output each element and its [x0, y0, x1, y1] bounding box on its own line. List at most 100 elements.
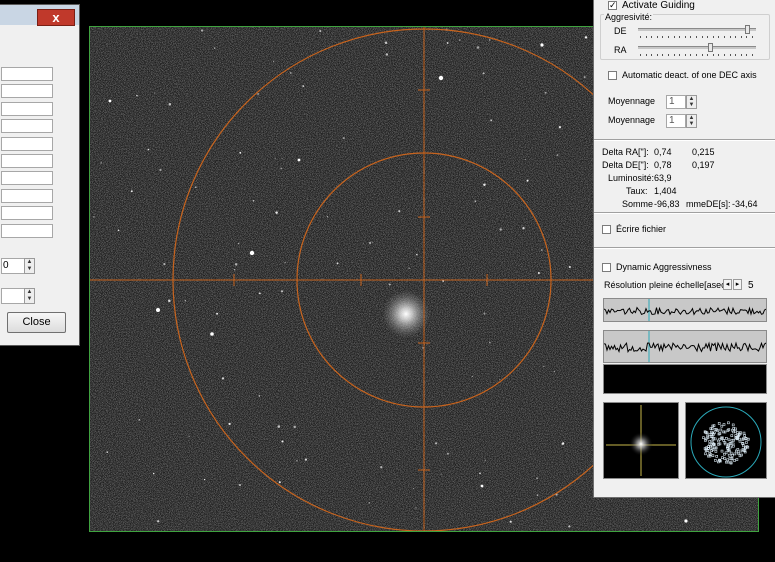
bright-star: [156, 308, 160, 312]
somme-value: -96,83: [654, 199, 680, 209]
star: [368, 502, 371, 504]
slider-tick: [696, 36, 697, 38]
star: [221, 377, 225, 380]
star: [159, 168, 162, 172]
slider-tick: [696, 54, 697, 56]
scatter-point: [719, 428, 723, 432]
thumb-star: [629, 432, 653, 456]
star: [184, 300, 187, 302]
slider-tick: [729, 36, 731, 38]
delta-de-value: 0,78: [654, 160, 672, 170]
dialog-text-field[interactable]: [1, 171, 53, 186]
aggressivity-title: Aggresivité:: [604, 12, 654, 22]
dialog-text-field[interactable]: [1, 119, 53, 134]
star: [543, 365, 545, 367]
dialog-close-icon[interactable]: x: [37, 9, 75, 26]
star: [293, 425, 296, 429]
de-slider-label: DE: [614, 26, 627, 36]
star: [380, 466, 383, 469]
star: [408, 267, 410, 269]
slider-thumb[interactable]: [708, 43, 714, 52]
ecrire-fichier-checkbox[interactable]: [602, 225, 611, 234]
moyennage-1-spin-buttons[interactable]: ▲ ▼: [686, 95, 697, 109]
scatter-point: [739, 449, 743, 453]
scatter-point: [708, 451, 712, 455]
dialog-text-field[interactable]: [1, 67, 53, 81]
resolution-increase-button[interactable]: ▸: [733, 279, 742, 290]
dialog-spin-buttons-2[interactable]: ▲ ▼: [24, 288, 35, 304]
scatter-point: [735, 458, 739, 461]
ra-error-graph: [603, 298, 767, 322]
scatter-point: [731, 423, 735, 427]
slider-tick: [735, 54, 737, 56]
de-aggressivity-slider[interactable]: [638, 25, 756, 39]
scatter-point: [720, 449, 724, 453]
scatter-point: [742, 437, 745, 440]
ra-aggressivity-slider[interactable]: [638, 43, 756, 57]
star: [281, 158, 283, 159]
dialog-text-field[interactable]: [1, 188, 53, 203]
slider-tick: [668, 54, 669, 56]
bright-star: [480, 484, 484, 488]
dialog-text-field[interactable]: [1, 154, 53, 168]
dialog-text-field[interactable]: [1, 223, 53, 238]
ecrire-fichier-label: Écrire fichier: [616, 224, 667, 234]
moyennage-1-input[interactable]: 1: [666, 95, 686, 109]
de-error-graph: [603, 330, 767, 363]
dialog-text-field[interactable]: [1, 136, 53, 151]
auto-deact-checkbox[interactable]: [608, 71, 617, 80]
scatter-point: [717, 439, 720, 443]
slider-tick: [718, 36, 720, 38]
star: [274, 158, 276, 160]
error-trace-line: [604, 341, 766, 354]
star: [537, 272, 540, 274]
scatter-point: [736, 448, 740, 451]
dynamic-aggressivness-checkbox[interactable]: [602, 263, 611, 272]
slider-tick: [746, 54, 748, 56]
scatter-point: [727, 453, 731, 457]
star: [471, 375, 473, 377]
dialog-text-field[interactable]: [1, 84, 53, 99]
star: [106, 451, 109, 453]
activate-guiding-checkbox[interactable]: ✓: [608, 1, 617, 10]
guiding-scatter-view: [690, 406, 762, 478]
star: [152, 472, 155, 475]
slider-track: [638, 28, 756, 31]
resolution-decrease-button[interactable]: ◂: [723, 279, 732, 290]
somme-de-label: mmeDE[s]:: [686, 199, 731, 209]
star: [483, 183, 486, 186]
moyennage-2-spin-buttons[interactable]: ▲ ▼: [686, 114, 697, 128]
star: [138, 419, 141, 421]
star: [168, 299, 171, 303]
somme-de-value: -34,64: [732, 199, 758, 209]
scatter-point: [730, 434, 734, 437]
star: [284, 262, 286, 264]
star: [526, 179, 529, 182]
star: [541, 249, 543, 251]
scatter-point: [723, 457, 727, 461]
star: [368, 241, 372, 245]
star: [304, 458, 307, 461]
star: [484, 459, 486, 462]
scatter-point: [742, 431, 746, 435]
moyennage-2-input[interactable]: 1: [666, 114, 686, 128]
slider-thumb[interactable]: [745, 25, 751, 34]
star: [163, 263, 166, 266]
bright-star: [249, 250, 255, 256]
dialog-text-field[interactable]: [1, 101, 53, 116]
star: [398, 210, 401, 213]
scatter-point: [717, 442, 720, 446]
scatter-point: [714, 459, 717, 462]
taux-value: 1,404: [654, 186, 677, 196]
bright-star: [540, 43, 544, 47]
star: [553, 370, 555, 373]
dialog-text-field[interactable]: [1, 206, 53, 221]
separator: [594, 212, 775, 214]
scatter-point: [706, 436, 710, 439]
star: [474, 200, 477, 202]
close-button[interactable]: Close: [7, 312, 66, 333]
scatter-point: [727, 438, 731, 442]
dialog-spin-buttons-1[interactable]: ▲ ▼: [24, 258, 35, 274]
delta-ra-rms: 0,215: [692, 147, 715, 157]
scatter-point: [722, 423, 726, 426]
